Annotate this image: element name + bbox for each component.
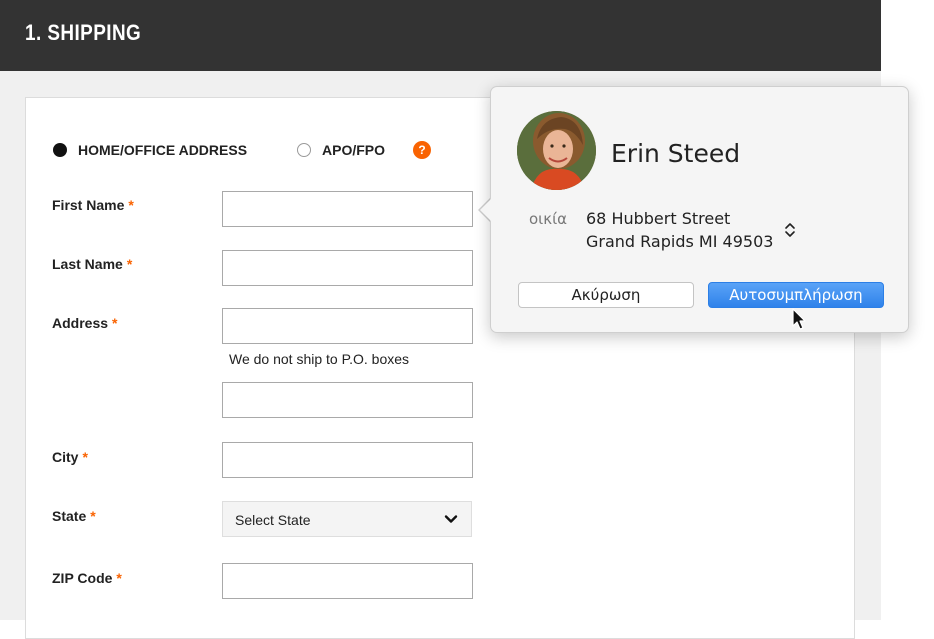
zip-label: ZIP Code * [52, 570, 122, 586]
first-name-input[interactable] [222, 191, 473, 227]
cancel-button[interactable]: Ακύρωση [518, 282, 694, 308]
avatar [517, 111, 596, 190]
city-label: City * [52, 449, 88, 465]
first-name-label-text: First Name [52, 197, 125, 213]
autofill-popover: Erin Steed οικία 68 Hubbert Street Grand… [490, 86, 909, 333]
address-line-2: Grand Rapids MI 49503 [586, 232, 774, 251]
state-select-value: Select State [235, 512, 311, 528]
address-line2-input[interactable] [222, 382, 473, 418]
first-name-label: First Name * [52, 197, 134, 213]
required-marker: * [126, 256, 133, 272]
apo-fpo-radio-label[interactable]: APO/FPO [322, 142, 385, 158]
required-marker: * [128, 197, 134, 213]
address-label-text: Address [52, 315, 109, 331]
address-input[interactable] [222, 308, 473, 344]
last-name-input[interactable] [222, 250, 473, 286]
up-down-chevron-icon[interactable] [784, 220, 796, 240]
state-label: State * [52, 508, 96, 524]
required-marker: * [112, 315, 118, 331]
popover-arrow-fill [480, 199, 491, 221]
home-office-radio[interactable] [53, 143, 67, 157]
help-icon[interactable]: ? [413, 141, 431, 159]
zip-input[interactable] [222, 563, 473, 599]
home-office-radio-label[interactable]: HOME/OFFICE ADDRESS [78, 142, 247, 158]
zip-label-text: ZIP Code [52, 570, 113, 586]
avatar-photo [517, 111, 596, 190]
autofill-button[interactable]: Αυτοσυμπλήρωση [708, 282, 884, 308]
last-name-label: Last Name * [52, 256, 132, 272]
required-marker: * [116, 570, 122, 586]
state-label-text: State [52, 508, 87, 524]
required-marker: * [90, 508, 96, 524]
section-title: 1. SHIPPING [25, 20, 142, 45]
po-box-note: We do not ship to P.O. boxes [229, 351, 410, 367]
address-line-1: 68 Hubbert Street [586, 209, 731, 228]
apo-fpo-radio[interactable] [297, 143, 311, 157]
mouse-pointer-icon [792, 308, 806, 330]
section-header: 1. SHIPPING [0, 0, 881, 71]
state-select[interactable]: Select State [222, 501, 472, 537]
city-label-text: City [52, 449, 79, 465]
address-type-label: οικία [529, 210, 568, 228]
contact-name: Erin Steed [611, 139, 741, 168]
address-label: Address * [52, 315, 117, 331]
last-name-label-text: Last Name [52, 256, 123, 272]
required-marker: * [82, 449, 88, 465]
city-input[interactable] [222, 442, 473, 478]
chevron-down-icon [444, 515, 458, 523]
